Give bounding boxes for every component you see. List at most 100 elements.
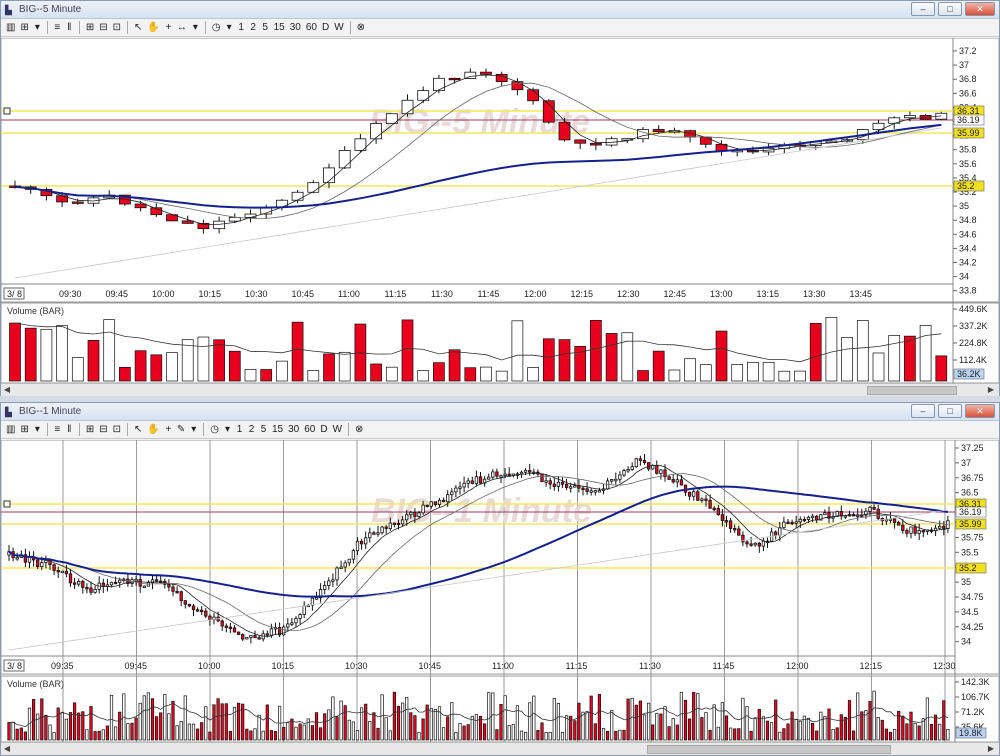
clock-icon[interactable]: ◷ [211, 21, 222, 35]
scroll-thumb[interactable] [647, 745, 891, 754]
hand-icon[interactable]: ✋ [146, 423, 160, 437]
interval-30[interactable]: 30 [289, 21, 302, 35]
interval-2[interactable]: 2 [249, 21, 258, 35]
crosshair-icon[interactable]: + [164, 423, 173, 437]
interval-5[interactable]: 5 [261, 21, 270, 35]
dropdown-arrow-icon[interactable]: ▾ [225, 21, 234, 35]
dropdown-arrow-icon[interactable]: ▾ [191, 21, 200, 35]
volume-bar [370, 363, 382, 382]
volume-bar [847, 700, 852, 741]
cursor-icon[interactable]: ↖ [133, 21, 143, 35]
volume-bar [655, 713, 659, 741]
crosshair-icon[interactable]: + [164, 21, 173, 35]
chart-type-icon[interactable]: ▥ [5, 21, 16, 35]
split-icon[interactable]: ‖ [65, 21, 74, 35]
chart-type-icon[interactable]: ▥ [5, 423, 16, 437]
volume-bar [11, 721, 15, 741]
interval-1[interactable]: 1 [235, 423, 244, 437]
bar-style-icon[interactable]: ⊞ [19, 21, 29, 35]
candle-body [642, 460, 647, 463]
grid-icon[interactable]: ⊡ [112, 423, 122, 437]
candle-body [448, 77, 461, 81]
scroll-right-icon[interactable]: ▶ [985, 384, 997, 396]
restore-button[interactable]: □ [938, 2, 962, 16]
volume-bar [150, 354, 163, 382]
restore-button[interactable]: □ [938, 404, 962, 418]
zoom-box-icon[interactable]: ⊞ [85, 423, 95, 437]
volume-bar [413, 715, 417, 741]
candle-body [581, 487, 585, 491]
minimize-button[interactable]: – [911, 404, 935, 418]
zoom-out-icon[interactable]: ⊟ [98, 21, 108, 35]
volume-bar [68, 712, 73, 741]
interval-d[interactable]: D [321, 21, 330, 35]
candle-body [548, 480, 552, 485]
chart-toolbar: ▥ ⊞ ▾ ≡ ‖ ⊞ ⊟ ⊡ ↖ ✋ + ✎ ▾ ◷ ▾ 1 2 5 15 3… [1, 421, 999, 439]
candle-body [614, 478, 618, 482]
zoom-out-icon[interactable]: ⊟ [98, 423, 108, 437]
close-chart-icon[interactable]: ⊗ [354, 423, 364, 437]
dropdown-arrow-icon[interactable]: ▾ [189, 423, 198, 437]
candle-body [204, 610, 208, 617]
interval-w[interactable]: W [333, 21, 344, 35]
measure-icon[interactable]: ↔ [176, 21, 188, 35]
interval-60[interactable]: 60 [305, 21, 318, 35]
grid-icon[interactable]: ⊡ [112, 21, 122, 35]
volume-bar [888, 731, 893, 741]
candle-body [938, 525, 942, 529]
candle-body [413, 511, 417, 517]
interval-15[interactable]: 15 [273, 21, 286, 35]
minimize-button[interactable]: – [911, 2, 935, 16]
candle-body [401, 99, 414, 115]
volume-bar [171, 700, 175, 741]
volume-bar [71, 357, 84, 382]
interval-2[interactable]: 2 [247, 423, 256, 437]
interval-w[interactable]: W [332, 423, 343, 437]
scroll-thumb[interactable] [867, 386, 957, 395]
chart-area[interactable]: 37.23736.836.636.436.23635.835.635.435.2… [0, 37, 1000, 384]
cursor-icon[interactable]: ↖ [133, 423, 143, 437]
scroll-right-icon[interactable]: ▶ [985, 743, 997, 755]
chart-area[interactable]: 37.253736.7536.536.253635.7535.535.25353… [0, 439, 1000, 756]
lines-icon[interactable]: ≡ [53, 423, 62, 437]
dropdown-arrow-icon[interactable]: ▾ [33, 21, 42, 35]
dropdown-arrow-icon[interactable]: ▾ [33, 423, 42, 437]
volume-bar [901, 715, 905, 741]
price-chart-5min[interactable]: 37.23736.836.636.436.23635.835.635.435.2… [0, 37, 1000, 384]
scroll-left-icon[interactable]: ◀ [1, 743, 13, 755]
interval-d[interactable]: D [319, 423, 328, 437]
horizontal-scrollbar[interactable]: ◀ ▶ [1, 383, 999, 396]
interval-60[interactable]: 60 [303, 423, 316, 437]
draw-icon[interactable]: ✎ [176, 423, 186, 437]
candle-body [236, 631, 241, 635]
clock-icon[interactable]: ◷ [209, 423, 220, 437]
zoom-box-icon[interactable]: ⊞ [85, 21, 95, 35]
volume-bar [507, 725, 511, 741]
dropdown-arrow-icon[interactable]: ▾ [223, 423, 232, 437]
close-button[interactable]: ✕ [965, 2, 995, 16]
close-button[interactable]: ✕ [965, 404, 995, 418]
candle-body [622, 470, 626, 476]
lines-icon[interactable]: ≡ [53, 21, 62, 35]
candle-body [327, 580, 331, 586]
interval-5[interactable]: 5 [259, 423, 268, 437]
volume-bar [786, 723, 790, 741]
title-bar[interactable]: ▙ BIG--5 Minute – □ ✕ [1, 1, 999, 19]
volume-bar [212, 704, 216, 741]
hand-icon[interactable]: ✋ [146, 21, 160, 35]
interval-30[interactable]: 30 [287, 423, 300, 437]
title-bar[interactable]: ▙ BIG--1 Minute – □ ✕ [1, 403, 999, 421]
split-icon[interactable]: ‖ [65, 423, 74, 437]
candle-body [675, 479, 679, 483]
price-chart-1min[interactable]: 37.253736.7536.536.253635.7535.535.25353… [0, 439, 1000, 756]
bar-style-icon[interactable]: ⊞ [19, 423, 29, 437]
scroll-left-icon[interactable]: ◀ [1, 384, 13, 396]
close-chart-icon[interactable]: ⊗ [356, 21, 366, 35]
interval-15[interactable]: 15 [271, 423, 284, 437]
volume-bar [913, 722, 917, 741]
horizontal-scrollbar[interactable]: ◀ ▶ [1, 742, 999, 755]
candle-body [282, 626, 286, 636]
candle-body [338, 150, 351, 169]
interval-1[interactable]: 1 [237, 21, 246, 35]
volume-bar [245, 728, 249, 741]
